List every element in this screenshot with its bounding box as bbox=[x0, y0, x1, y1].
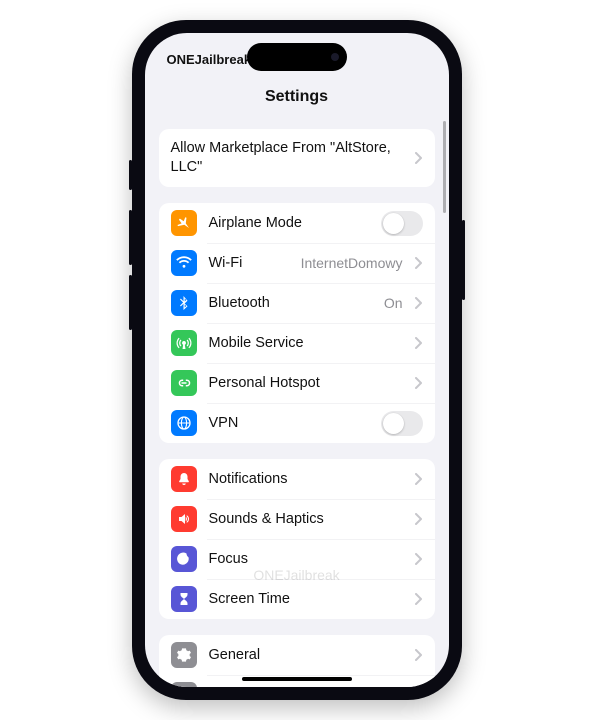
allow-marketplace-label: Allow Marketplace From "AltStore, LLC" bbox=[171, 139, 403, 177]
bluetooth-detail: On bbox=[384, 295, 403, 311]
focus-label: Focus bbox=[209, 551, 403, 567]
speaker-icon bbox=[171, 506, 197, 532]
wifi-icon bbox=[171, 250, 197, 276]
chevron-right-icon bbox=[415, 377, 423, 389]
screentime-label: Screen Time bbox=[209, 591, 403, 607]
chevron-right-icon bbox=[415, 649, 423, 661]
gear-icon bbox=[171, 642, 197, 668]
scroll-indicator bbox=[443, 121, 446, 213]
moon-icon bbox=[171, 546, 197, 572]
airplane-label: Airplane Mode bbox=[209, 215, 369, 231]
chevron-right-icon bbox=[415, 473, 423, 485]
general-row[interactable]: General bbox=[159, 635, 435, 675]
vpn-label: VPN bbox=[209, 415, 369, 431]
settings-list[interactable]: Allow Marketplace From "AltStore, LLC" A… bbox=[145, 117, 449, 687]
marketplace-section: Allow Marketplace From "AltStore, LLC" bbox=[159, 129, 435, 187]
hotspot-label: Personal Hotspot bbox=[209, 375, 403, 391]
link-icon bbox=[171, 370, 197, 396]
sliders-icon bbox=[171, 682, 197, 687]
antenna-icon bbox=[171, 330, 197, 356]
wifi-label: Wi-Fi bbox=[209, 255, 289, 271]
screentime-row[interactable]: Screen Time bbox=[159, 579, 435, 619]
bluetooth-row[interactable]: Bluetooth On bbox=[159, 283, 435, 323]
airplane-mode-row[interactable]: Airplane Mode bbox=[159, 203, 435, 243]
chevron-right-icon bbox=[415, 553, 423, 565]
mobile-label: Mobile Service bbox=[209, 335, 403, 351]
notifications-label: Notifications bbox=[209, 471, 403, 487]
general-label: General bbox=[209, 647, 403, 663]
airplane-icon bbox=[171, 210, 197, 236]
notifications-row[interactable]: Notifications bbox=[159, 459, 435, 499]
wifi-row[interactable]: Wi-Fi InternetDomowy bbox=[159, 243, 435, 283]
side-button-silent bbox=[129, 160, 132, 190]
screen: ONEJailbreak Settings Allo bbox=[145, 33, 449, 687]
globe-icon bbox=[171, 410, 197, 436]
sounds-row[interactable]: Sounds & Haptics bbox=[159, 499, 435, 539]
side-button-volume-up bbox=[129, 210, 132, 265]
vpn-toggle[interactable] bbox=[381, 411, 423, 436]
airplane-toggle[interactable] bbox=[381, 211, 423, 236]
network-section: Airplane Mode Wi-Fi InternetDomowy Bluet bbox=[159, 203, 435, 443]
hotspot-row[interactable]: Personal Hotspot bbox=[159, 363, 435, 403]
chevron-right-icon bbox=[415, 297, 423, 309]
wifi-detail: InternetDomowy bbox=[301, 255, 403, 271]
sounds-label: Sounds & Haptics bbox=[209, 511, 403, 527]
home-indicator[interactable] bbox=[242, 677, 352, 681]
attention-section: Notifications Sounds & Haptics Focus bbox=[159, 459, 435, 619]
chevron-right-icon bbox=[415, 593, 423, 605]
focus-row[interactable]: Focus bbox=[159, 539, 435, 579]
statusbar-carrier: ONEJailbreak bbox=[167, 52, 252, 67]
mobile-service-row[interactable]: Mobile Service bbox=[159, 323, 435, 363]
nav-header: Settings bbox=[145, 77, 449, 117]
bell-icon bbox=[171, 466, 197, 492]
chevron-right-icon bbox=[415, 257, 423, 269]
side-button-power bbox=[462, 220, 465, 300]
bluetooth-icon bbox=[171, 290, 197, 316]
hourglass-icon bbox=[171, 586, 197, 612]
side-button-volume-down bbox=[129, 275, 132, 330]
page-title: Settings bbox=[265, 88, 328, 106]
dynamic-island bbox=[247, 43, 347, 71]
allow-marketplace-row[interactable]: Allow Marketplace From "AltStore, LLC" bbox=[159, 129, 435, 187]
chevron-right-icon bbox=[415, 337, 423, 349]
iphone-frame: ONEJailbreak Settings Allo bbox=[132, 20, 462, 700]
chevron-right-icon bbox=[415, 152, 423, 164]
vpn-row[interactable]: VPN bbox=[159, 403, 435, 443]
chevron-right-icon bbox=[415, 513, 423, 525]
bluetooth-label: Bluetooth bbox=[209, 295, 372, 311]
